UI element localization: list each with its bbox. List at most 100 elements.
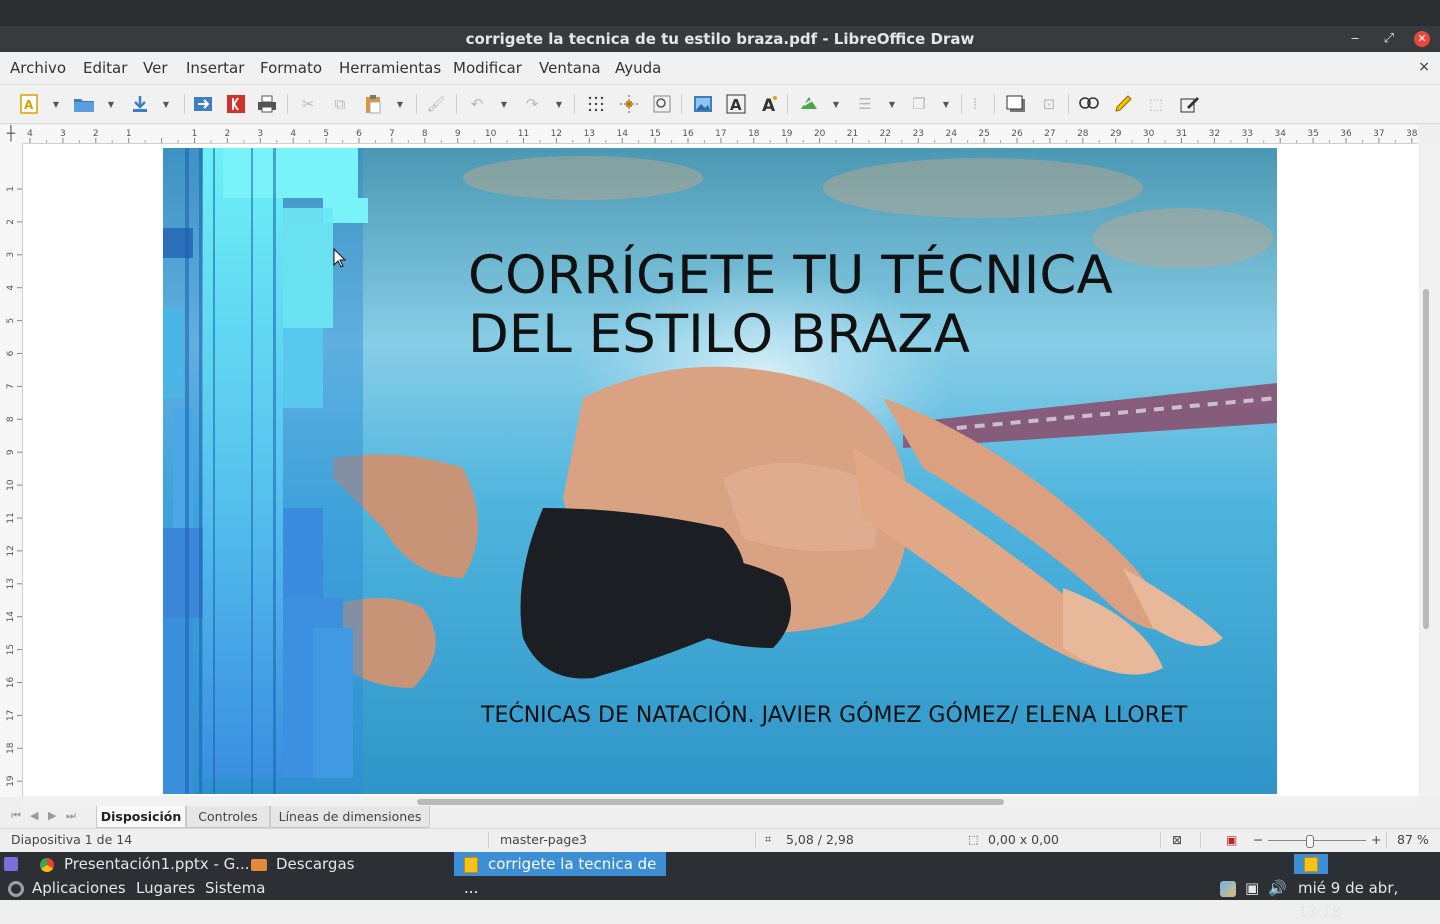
redo-dropdown-icon[interactable]: ▼ (555, 93, 563, 115)
task-libreoffice-draw[interactable]: corrigete la tecnica de ... (454, 852, 666, 897)
undo-icon[interactable]: ↶ (466, 93, 488, 115)
last-tab-icon[interactable]: ⏭ (66, 809, 76, 823)
menu-lugares[interactable]: Lugares (136, 876, 195, 900)
helplines-icon[interactable] (618, 93, 640, 115)
prev-tab-icon[interactable]: ◀ (30, 809, 38, 822)
new-dropdown-icon[interactable]: ▼ (52, 93, 60, 115)
zoom-in-button[interactable]: + (1371, 829, 1381, 851)
grid-icon[interactable] (585, 93, 607, 115)
transformations-dropdown-icon[interactable]: ▼ (832, 93, 840, 115)
arrange-icon[interactable]: ❐ (908, 93, 930, 115)
export-pdf-icon[interactable] (225, 93, 247, 115)
transformations-icon[interactable] (798, 93, 820, 115)
toolbar-separator (787, 94, 788, 114)
insert-image-icon[interactable] (692, 93, 714, 115)
slide-canvas[interactable]: CORRÍGETE TU TÉCNICA DEL ESTILO BRAZA TE… (163, 148, 1277, 794)
insert-textbox-icon[interactable]: A (725, 93, 747, 115)
new-document-icon[interactable]: A (18, 93, 40, 115)
glue-points-icon[interactable] (1112, 93, 1134, 115)
menu-ventana[interactable]: Ventana (539, 52, 601, 84)
slide-subtitle[interactable]: TEĆNICAS DE NATACIÓN. JAVIER GÓMEZ GÓMEZ… (481, 701, 1187, 731)
fontwork-icon[interactable]: A (758, 93, 780, 115)
next-tab-icon[interactable]: ▶ (48, 809, 56, 822)
menu-ayuda[interactable]: Ayuda (615, 52, 661, 84)
paste-icon[interactable] (362, 93, 384, 115)
open-folder-icon[interactable] (73, 93, 95, 115)
show-draw-functions-icon[interactable] (1179, 93, 1201, 115)
size-icon: ⬚ (968, 833, 979, 846)
ruler-label: 15 (6, 644, 16, 655)
menu-archivo[interactable]: Archivo (10, 52, 66, 84)
crop-icon[interactable]: ⊡ (1038, 93, 1060, 115)
ruler-label: 31 (1176, 129, 1187, 139)
find-replace-icon[interactable] (1078, 93, 1100, 115)
menu-ver[interactable]: Ver (143, 52, 168, 84)
close-window-button[interactable]: ✕ (1414, 31, 1430, 47)
digital-signature-icon[interactable]: ▣ (1226, 829, 1237, 851)
menu-formato[interactable]: Formato (260, 52, 322, 84)
zoom-out-button[interactable]: − (1253, 829, 1263, 851)
tab-controles[interactable]: Controles (186, 806, 270, 828)
ruler-label: 35 (1307, 129, 1318, 139)
applications-menu[interactable]: Aplicaciones (8, 876, 126, 900)
zoom-slider[interactable] (1268, 840, 1366, 841)
cut-icon[interactable]: ✂ (297, 93, 319, 115)
align-dropdown-icon[interactable]: ▼ (888, 93, 896, 115)
menu-editar[interactable]: Editar (83, 52, 127, 84)
workspace-switcher[interactable] (1294, 854, 1328, 874)
volume-icon[interactable]: 🔊 (1268, 876, 1287, 900)
menu-sistema[interactable]: Sistema (205, 876, 265, 900)
horizontal-scrollbar-thumb[interactable] (417, 799, 1004, 805)
clock[interactable]: mié 9 de abr, 13:18 (1298, 876, 1440, 921)
horizontal-ruler[interactable]: 4 3 2 1 1 2 3 4 5 6 7 8 9 10 11 12 13 14 15 16 17 18 19 20 21 22 2… (22, 125, 1418, 144)
notification-icon[interactable]: ▣ (1245, 876, 1259, 900)
tab-lineas-de-dimensiones[interactable]: Líneas de dimensiones (270, 806, 430, 828)
minimize-button[interactable]: ‒ (1345, 26, 1365, 52)
redo-icon[interactable]: ↷ (521, 93, 543, 115)
ruler-label: 4 (6, 285, 16, 291)
vertical-ruler[interactable]: 1 2 3 4 5 6 7 8 9 10 11 12 13 14 15 16 17 18 19 (0, 143, 23, 797)
first-tab-icon[interactable]: ⏮ (11, 809, 21, 823)
menubar: Archivo Editar Ver Insertar Formato Herr… (0, 52, 1440, 85)
open-dropdown-icon[interactable]: ▼ (107, 93, 115, 115)
menu-aplicaciones: Aplicaciones (32, 879, 126, 897)
drawing-workspace[interactable]: CORRÍGETE TU TÉCNICA DEL ESTILO BRAZA TE… (23, 144, 1419, 796)
shadow-icon[interactable] (1005, 93, 1027, 115)
maximize-button[interactable]: ⤢ (1379, 26, 1399, 52)
arrange-dropdown-icon[interactable]: ▼ (942, 93, 950, 115)
toggle-extrusion-icon[interactable]: ⬚ (1145, 93, 1167, 115)
menu-insertar[interactable]: Insertar (186, 52, 244, 84)
network-icon[interactable] (1220, 876, 1238, 900)
save-icon[interactable] (129, 93, 151, 115)
print-icon[interactable] (256, 93, 278, 115)
ruler-label: 19 (781, 129, 793, 139)
undo-dropdown-icon[interactable]: ▼ (500, 93, 508, 115)
clone-formatting-icon[interactable]: 🖌 (425, 93, 447, 115)
show-desktop-icon[interactable] (4, 857, 18, 871)
toolbar-separator (961, 94, 962, 114)
copy-icon[interactable]: ⧉ (329, 93, 351, 115)
ruler-label: 27 (1044, 129, 1055, 139)
menu-modificar[interactable]: Modificar (453, 52, 522, 84)
zoom-pan-icon[interactable] (651, 93, 673, 115)
vertical-scrollbar-thumb[interactable] (1423, 289, 1429, 629)
task-descargas[interactable]: Descargas (251, 852, 354, 876)
document-modified-icon[interactable]: ⊠ (1172, 829, 1182, 851)
zoom-level[interactable]: 87 % (1397, 829, 1429, 851)
slide-title[interactable]: CORRÍGETE TU TÉCNICA DEL ESTILO BRAZA (468, 246, 1228, 364)
task-chrome[interactable]: Presentación1.pptx - G... (40, 852, 250, 876)
save-dropdown-icon[interactable]: ▼ (162, 93, 170, 115)
zoom-slider-handle[interactable] (1306, 835, 1314, 848)
toolbar-separator (184, 94, 185, 114)
ruler-label: 7 (6, 384, 16, 390)
export-icon[interactable] (192, 93, 214, 115)
close-document-icon[interactable]: × (1418, 52, 1430, 82)
tab-disposicion[interactable]: Disposición (96, 806, 186, 828)
distribute-icon[interactable]: ⦙ (964, 93, 986, 115)
menu-herramientas[interactable]: Herramientas (339, 52, 441, 84)
ruler-tab-icon[interactable]: ┼ (0, 125, 22, 143)
ruler-label: 8 (6, 416, 16, 422)
paste-dropdown-icon[interactable]: ▼ (396, 93, 404, 115)
ruler-label: 12 (551, 129, 562, 139)
align-icon[interactable]: ☰ (854, 93, 876, 115)
